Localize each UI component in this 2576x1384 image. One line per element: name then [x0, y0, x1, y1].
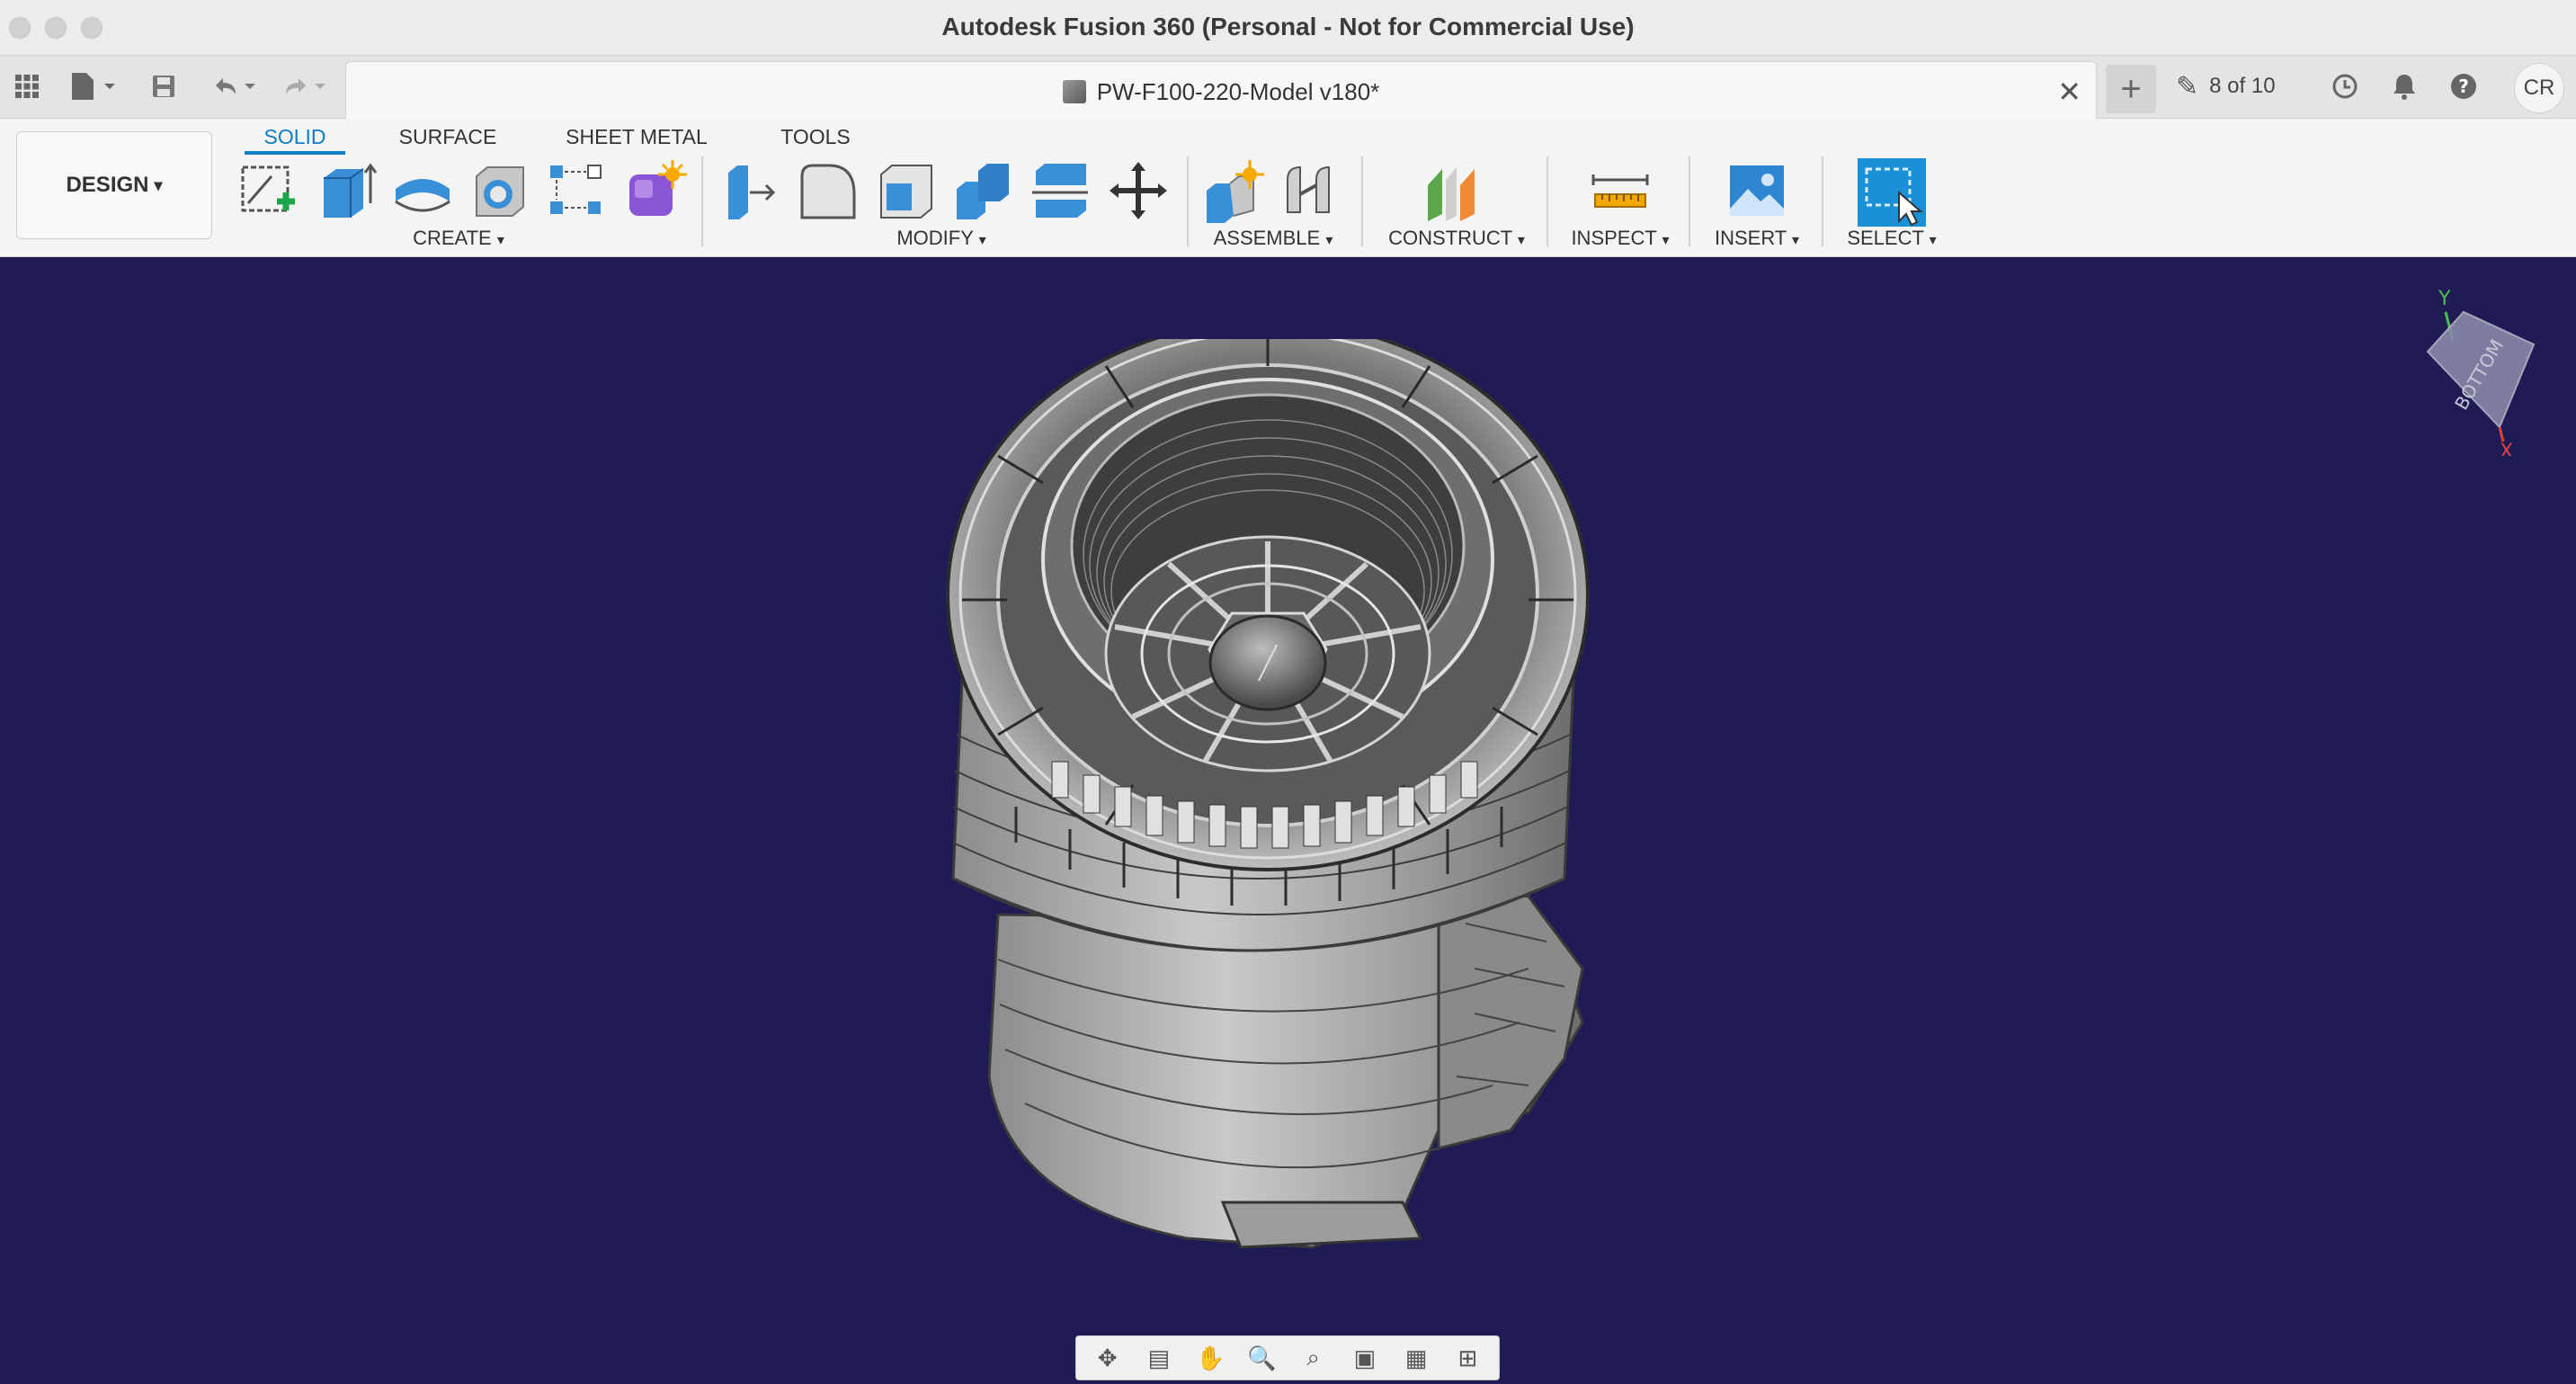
component-icon [1062, 80, 1086, 103]
modify-menu[interactable]: MODIFY ▾ [883, 225, 1000, 252]
new-tab-button[interactable]: + [2106, 65, 2156, 113]
divider [701, 156, 703, 246]
bell-icon[interactable] [2386, 68, 2422, 104]
look-at-icon[interactable]: ▤ [1139, 1340, 1179, 1376]
document-tab-bar: PW-F100-220-Model v180* ✕ + ✎ 8 of 10 ? … [0, 56, 2576, 119]
tab-sheet-metal[interactable]: SHEET METAL [563, 119, 710, 155]
viewports-icon[interactable]: ⊞ [1448, 1340, 1487, 1376]
construct-menu[interactable]: CONSTRUCT ▾ [1383, 225, 1530, 252]
chevron-down-icon: ▾ [154, 175, 163, 194]
file-menu-button[interactable] [67, 68, 120, 104]
tab-tools[interactable]: TOOLS [779, 119, 852, 155]
tab-solid[interactable]: SOLID [245, 119, 345, 155]
create-sketch-icon[interactable] [236, 158, 300, 223]
display-settings-icon[interactable]: ▣ [1345, 1340, 1385, 1376]
edit-icon: ✎ [2176, 71, 2199, 102]
create-menu[interactable]: CREATE ▾ [396, 225, 521, 252]
divider [1187, 156, 1189, 246]
move-copy-icon[interactable] [1106, 158, 1171, 223]
split-body-icon[interactable] [1029, 158, 1093, 223]
plus-icon: + [2120, 68, 2142, 109]
inspect-menu[interactable]: INSPECT ▾ [1561, 225, 1680, 252]
divider [1361, 156, 1363, 246]
create-form-icon[interactable] [622, 158, 687, 223]
version-text: 8 of 10 [2209, 74, 2276, 98]
press-pull-icon[interactable] [719, 158, 784, 223]
toolbar-ribbon: DESIGN ▾ SOLID SURFACE SHEET METAL TOOLS… [0, 119, 2576, 257]
save-icon[interactable] [147, 68, 180, 104]
history-icon[interactable] [2327, 68, 2363, 104]
revolve-icon[interactable] [390, 158, 455, 223]
insert-menu[interactable]: INSERT ▾ [1705, 225, 1809, 252]
measure-icon[interactable] [1588, 158, 1653, 223]
navigation-toolbar: ✥ ▤ ✋ 🔍 ⌕ ▣ ▦ ⊞ [1075, 1335, 1500, 1380]
workspace-label: DESIGN [66, 173, 149, 197]
orbit-icon[interactable]: ✥ [1088, 1340, 1128, 1376]
axis-x-label: X [2500, 441, 2513, 456]
hole-icon[interactable] [468, 158, 532, 223]
apps-grid-icon[interactable] [9, 68, 45, 104]
document-tab[interactable]: PW-F100-220-Model v180* ✕ [345, 61, 2097, 119]
divider [1546, 156, 1548, 246]
offset-plane-icon[interactable] [1422, 158, 1487, 223]
tab-surface[interactable]: SURFACE [396, 119, 500, 155]
document-title: PW-F100-220-Model v180* [1096, 78, 1380, 105]
new-component-icon[interactable] [1203, 158, 1268, 223]
grid-snap-icon[interactable]: ▦ [1396, 1340, 1436, 1376]
extrude-icon[interactable] [313, 158, 378, 223]
divider [1689, 156, 1690, 246]
user-avatar[interactable]: CR [2514, 63, 2564, 113]
divider [1822, 156, 1823, 246]
fillet-icon[interactable] [797, 158, 861, 223]
axis-y-label: Y [2438, 288, 2451, 310]
engine-model[interactable] [899, 339, 1636, 1292]
select-menu[interactable]: SELECT ▾ [1840, 225, 1944, 252]
pattern-icon[interactable] [545, 158, 610, 223]
shell-icon[interactable] [874, 158, 939, 223]
zoom-icon[interactable]: 🔍 [1242, 1340, 1281, 1376]
version-indicator[interactable]: ✎ 8 of 10 [2176, 67, 2276, 106]
pan-icon[interactable]: ✋ [1190, 1340, 1230, 1376]
svg-text:?: ? [2458, 76, 2469, 97]
title-bar: Autodesk Fusion 360 (Personal - Not for … [0, 0, 2576, 56]
redo-icon[interactable] [277, 68, 331, 104]
window-title: Autodesk Fusion 360 (Personal - Not for … [941, 13, 1635, 40]
joint-icon[interactable] [1280, 158, 1345, 223]
combine-icon[interactable] [951, 158, 1016, 223]
workspace-switcher[interactable]: DESIGN ▾ [16, 131, 212, 239]
insert-image-icon[interactable] [1725, 158, 1789, 223]
view-cube[interactable]: Y BOTTOM X [2410, 276, 2554, 456]
help-icon[interactable]: ? [2446, 68, 2482, 104]
3d-viewport[interactable]: Y BOTTOM X ✥ ▤ ✋ 🔍 ⌕ ▣ ▦ ⊞ [0, 258, 2576, 1384]
assemble-menu[interactable]: ASSEMBLE ▾ [1205, 225, 1341, 252]
undo-icon[interactable] [207, 68, 261, 104]
window-select-icon[interactable] [1858, 158, 1926, 227]
fit-icon[interactable]: ⌕ [1294, 1340, 1333, 1376]
close-icon[interactable]: ✕ [2057, 75, 2081, 109]
